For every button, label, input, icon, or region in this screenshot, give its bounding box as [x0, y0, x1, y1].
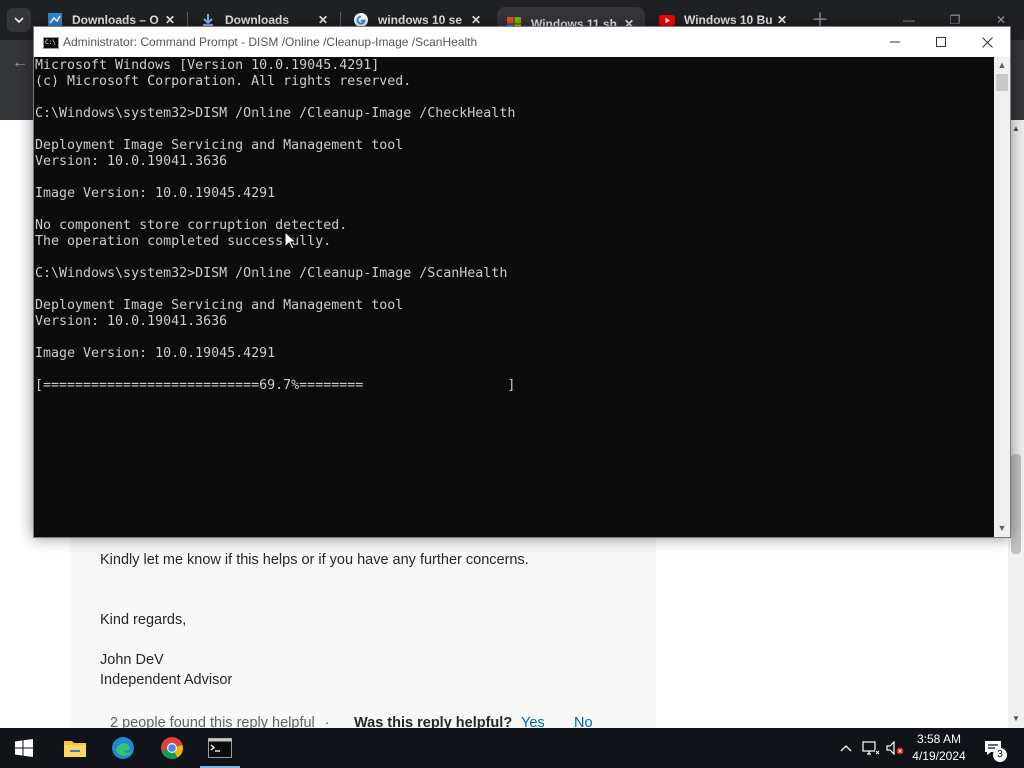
tab-search-button[interactable]	[7, 8, 31, 32]
command-prompt-icon	[208, 738, 232, 758]
tab-title: Downloads – O	[72, 13, 159, 27]
taskbar-command-prompt[interactable]	[196, 728, 244, 768]
console-scrollbar[interactable]: ▲ ▼	[994, 57, 1010, 537]
chevron-down-icon	[14, 17, 24, 24]
cmd-minimize-button[interactable]	[872, 27, 918, 57]
console-line: Image Version: 10.0.19045.4291	[35, 346, 276, 361]
start-button[interactable]	[0, 728, 48, 768]
cmd-window-title: Administrator: Command Prompt - DISM /On…	[63, 35, 478, 49]
scroll-up-icon[interactable]: ▲	[1011, 124, 1021, 133]
taskbar-edge[interactable]	[99, 728, 147, 768]
author-name: John DeV	[100, 652, 164, 668]
console-line: C:\Windows\system32>DISM /Online /Cleanu…	[35, 106, 516, 121]
chrome-icon	[161, 737, 183, 759]
command-prompt-icon: C:\	[43, 37, 59, 49]
clock-time: 3:58 AM	[916, 732, 962, 746]
minimize-icon	[890, 41, 900, 43]
console-line: Version: 10.0.19041.3636	[35, 314, 228, 329]
console-scroll-thumb[interactable]	[996, 74, 1008, 91]
reply-text: Kindly let me know if this helps or if y…	[100, 552, 529, 568]
taskbar: 3:58 AM 4/19/2024 3	[0, 728, 1024, 768]
command-prompt-window[interactable]: C:\ Administrator: Command Prompt - DISM…	[33, 26, 1011, 538]
mouse-cursor-icon	[284, 231, 298, 250]
console-line: Version: 10.0.19041.3636	[35, 154, 228, 169]
tab-title: Windows 10 Bu	[684, 13, 773, 27]
taskbar-chrome[interactable]	[148, 728, 196, 768]
volume-button[interactable]	[884, 728, 906, 768]
cmd-close-button[interactable]	[964, 27, 1010, 57]
cmd-maximize-button[interactable]	[918, 27, 964, 57]
progress-bar-line: [===========================69.7%=======…	[35, 378, 516, 393]
close-icon	[981, 36, 993, 48]
network-button[interactable]	[860, 728, 882, 768]
console-line: Microsoft Windows [Version 10.0.19045.42…	[35, 58, 380, 73]
console-line: C:\Windows\system32>DISM /Online /Cleanu…	[35, 266, 508, 281]
console-line: Deployment Image Servicing and Managemen…	[35, 298, 404, 313]
scroll-down-icon[interactable]: ▼	[1011, 714, 1021, 723]
system-clock[interactable]: 3:58 AM 4/19/2024	[906, 731, 972, 765]
console-line: (c) Microsoft Corporation. All rights re…	[35, 74, 412, 89]
maximize-icon	[936, 37, 946, 47]
page-scroll-thumb[interactable]	[1011, 454, 1021, 554]
console-line: The operation completed successfully.	[35, 234, 332, 249]
taskbar-file-explorer[interactable]	[51, 728, 99, 768]
console-line: No component store corruption detected.	[35, 218, 348, 233]
closing-text: Kind regards,	[100, 612, 187, 628]
notification-count-badge: 3	[993, 748, 1007, 762]
back-arrow-icon[interactable]: ←	[12, 54, 28, 72]
network-icon	[862, 741, 880, 755]
edge-icon	[112, 737, 134, 759]
cmd-title-bar[interactable]: C:\ Administrator: Command Prompt - DISM…	[34, 27, 1010, 57]
author-role: Independent Advisor	[100, 672, 233, 688]
tab-title: windows 10 se	[378, 13, 463, 27]
console-output[interactable]: Microsoft Windows [Version 10.0.19045.42…	[34, 57, 994, 537]
clock-date: 4/19/2024	[912, 749, 966, 763]
scroll-up-icon[interactable]: ▲	[994, 60, 1010, 70]
windows-logo-icon	[15, 739, 33, 757]
chevron-up-icon	[840, 745, 852, 752]
volume-muted-icon	[886, 741, 904, 755]
console-line: Deployment Image Servicing and Managemen…	[35, 138, 404, 153]
tab-title: Downloads	[225, 13, 290, 27]
show-hidden-icons-button[interactable]	[836, 728, 856, 768]
console-line: Image Version: 10.0.19045.4291	[35, 186, 276, 201]
file-explorer-icon	[64, 741, 86, 757]
scroll-down-icon[interactable]: ▼	[994, 523, 1010, 533]
